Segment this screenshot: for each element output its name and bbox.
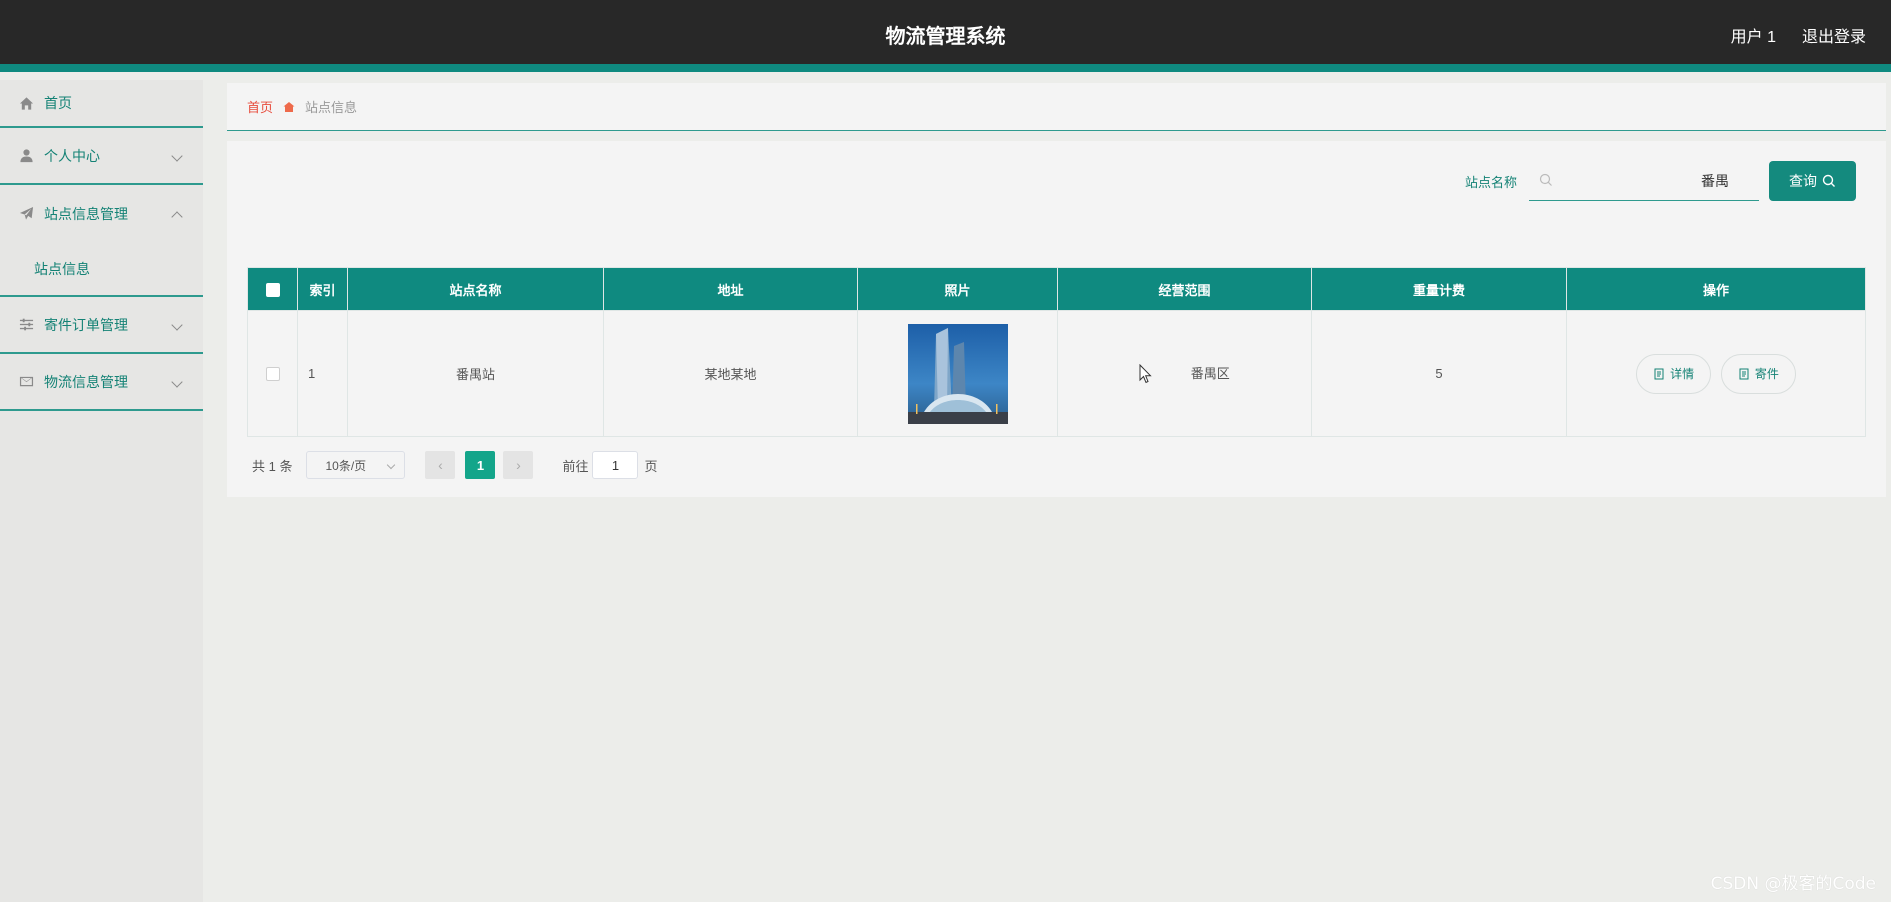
station-name-search-input[interactable]	[1529, 161, 1759, 200]
home-icon	[18, 95, 34, 111]
detail-button[interactable]: 详情	[1636, 353, 1712, 394]
column-header: 站点名称	[347, 267, 604, 311]
column-header: 操作	[1566, 267, 1866, 311]
sidebar-item-label: 站点信息管理	[44, 205, 128, 222]
chevron-down-icon	[171, 149, 183, 162]
sidebar-item-order-management[interactable]: 寄件订单管理	[0, 297, 203, 354]
goto-label: 前往	[562, 458, 589, 474]
chevron-left-icon: ‹	[438, 457, 443, 473]
weight-fee-cell: 5	[1311, 310, 1567, 437]
logout-link[interactable]: 退出登录	[1802, 23, 1866, 47]
page-size-select[interactable]: 10条/页	[306, 451, 406, 479]
top-header: 物流管理系统 用户 1 退出登录	[0, 0, 1891, 72]
sidebar: 首页 个人中心 站点信息管理 站点信息 寄件订单管理 物流信息管理	[0, 80, 203, 902]
table-row: 1 番禺站 某地某地 番禺区 5 详情 寄件	[247, 310, 1866, 437]
send-parcel-button-label: 寄件	[1754, 367, 1779, 381]
sidebar-item-label: 首页	[44, 95, 72, 111]
sidebar-item-label: 个人中心	[44, 147, 100, 164]
chevron-up-icon	[171, 210, 183, 223]
search-bar: 站点名称 查询	[1465, 161, 1856, 201]
chevron-down-icon	[387, 460, 396, 470]
goto-page-input[interactable]	[592, 451, 639, 479]
paper-plane-icon	[18, 206, 34, 222]
pagination: 共 1 条 10条/页 ‹ 1 › 前往 页	[252, 451, 658, 479]
query-button-label: 查询	[1789, 173, 1817, 189]
sidebar-item-home[interactable]: 首页	[0, 80, 203, 128]
goto-suffix: 页	[644, 458, 658, 474]
breadcrumb-current: 站点信息	[305, 100, 358, 115]
business-scope-text: 番禺区	[1190, 365, 1230, 381]
page-size-value: 10条/页	[325, 458, 367, 473]
next-page-button[interactable]: ›	[503, 451, 534, 479]
address-cell: 某地某地	[603, 310, 858, 437]
column-header: 索引	[297, 267, 348, 311]
current-user: 用户 1	[1730, 29, 1776, 46]
breadcrumb-home[interactable]: 首页	[247, 97, 273, 116]
search-icon	[1539, 173, 1552, 186]
photo-cell	[857, 310, 1058, 437]
document-icon	[1654, 368, 1664, 379]
column-header: 重量计费	[1311, 267, 1567, 311]
user-icon	[18, 148, 34, 164]
sidebar-item-logistics-management[interactable]: 物流信息管理	[0, 354, 203, 411]
house-icon	[283, 101, 295, 113]
mail-icon	[18, 374, 34, 390]
row-select-cell	[247, 310, 298, 437]
table-header-row: 索引 站点名称 地址 照片 经营范围 重量计费 操作	[247, 267, 1866, 311]
column-header: 经营范围	[1057, 267, 1312, 311]
select-all-cell	[247, 267, 298, 311]
row-checkbox[interactable]	[265, 367, 280, 382]
search-label: 站点名称	[1464, 174, 1517, 190]
business-scope-cell: 番禺区	[1057, 310, 1312, 437]
watermark: CSDN @极客的Code	[1710, 874, 1876, 894]
main-content: 站点名称 查询 索引 站点名称 地址 照片 经营范围 重量计费 操作	[227, 141, 1886, 497]
select-all-checkbox[interactable]	[265, 282, 280, 297]
chevron-right-icon: ›	[516, 457, 521, 473]
document-icon	[1739, 368, 1749, 379]
mouse-cursor-icon	[1139, 364, 1152, 384]
chevron-down-icon	[171, 375, 183, 388]
sidebar-item-station-management[interactable]: 站点信息管理	[0, 185, 203, 242]
query-button[interactable]: 查询	[1769, 161, 1856, 201]
prev-page-button[interactable]: ‹	[425, 451, 456, 479]
app-title: 物流管理系统	[885, 26, 1006, 48]
sliders-icon	[18, 317, 34, 333]
search-box	[1529, 161, 1759, 201]
station-table: 索引 站点名称 地址 照片 经营范围 重量计费 操作 1 番禺站 某地某地 番禺…	[247, 267, 1866, 437]
chevron-down-icon	[171, 318, 183, 331]
pagination-total: 共 1 条	[252, 458, 293, 474]
page-number-current[interactable]: 1	[465, 451, 496, 479]
detail-button-label: 详情	[1670, 367, 1695, 381]
actions-cell: 详情 寄件	[1566, 310, 1866, 437]
sidebar-item-label: 寄件订单管理	[44, 316, 128, 333]
station-name-cell: 番禺站	[347, 310, 604, 437]
sidebar-item-profile[interactable]: 个人中心	[0, 128, 203, 185]
station-photo[interactable]	[907, 323, 1008, 424]
column-header: 地址	[603, 267, 858, 311]
breadcrumb: 首页 站点信息	[227, 83, 1886, 131]
sidebar-item-label: 物流信息管理	[44, 373, 128, 390]
sidebar-subitem-station-info[interactable]: 站点信息	[0, 242, 203, 297]
search-icon	[1822, 174, 1835, 187]
column-header: 照片	[857, 267, 1058, 311]
send-parcel-button[interactable]: 寄件	[1720, 353, 1796, 394]
index-cell: 1	[297, 310, 348, 437]
